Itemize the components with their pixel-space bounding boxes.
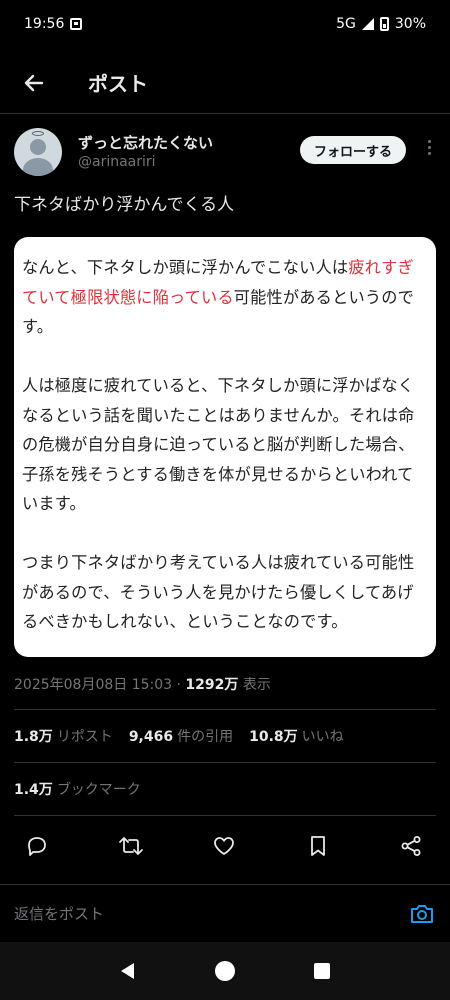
status-bar: 19:56 5G 30% — [0, 0, 450, 48]
views-count: 1292万 — [185, 677, 239, 693]
reply-input[interactable]: 返信をポスト — [14, 903, 408, 924]
follow-button[interactable]: フォローする — [299, 136, 406, 164]
circle-home-icon — [214, 961, 235, 981]
image-paragraph-2: 人は極度に疲れていると、下ネタしか頭に浮かばなくなるという話を聞いたことはありま… — [22, 376, 415, 513]
post-text: 下ネタばかり浮かんでくる人 — [14, 195, 235, 215]
network-type: 5G — [336, 16, 356, 32]
nav-back-button[interactable] — [115, 958, 141, 984]
post-actions — [22, 828, 426, 864]
views-label: 表示 — [238, 677, 271, 693]
like-button[interactable] — [209, 831, 239, 861]
page-title: ポスト — [88, 72, 148, 96]
reply-composer: 返信をポスト — [0, 884, 450, 942]
image-paragraph-1: なんと、下ネタしか頭に浮かんでこない人は疲れすぎていて極限状態に陥っている可能性… — [22, 258, 415, 336]
reply-icon — [28, 837, 46, 856]
nav-home-button[interactable] — [212, 958, 238, 984]
divider — [14, 815, 436, 816]
bookmarks-stat[interactable]: 1.4万 ブックマーク — [14, 779, 141, 799]
nav-recents-button[interactable] — [309, 958, 335, 984]
repost-button[interactable] — [116, 831, 146, 861]
avatar[interactable] — [14, 128, 62, 176]
divider — [14, 762, 436, 763]
repost-icon — [118, 837, 143, 855]
status-time: 19:56 — [24, 16, 65, 32]
camera-icon — [411, 904, 433, 923]
post-image[interactable]: なんと、下ネタしか頭に浮かんでこない人は疲れすぎていて極限状態に陥っている可能性… — [14, 237, 436, 657]
author-display-name[interactable]: ずっと忘れたくない — [78, 134, 213, 152]
bookmark-icon — [310, 836, 325, 856]
author-handle[interactable]: @arinaariri — [78, 152, 213, 172]
post-author: ずっと忘れたくない @arinaariri フォローする — [14, 128, 436, 180]
image-paragraph-3: つまり下ネタばかり考えている人は疲れている可能性があるので、そういう人を見かけた… — [22, 553, 415, 631]
likes-stat[interactable]: 10.8万 いいね — [249, 726, 344, 746]
divider — [14, 709, 436, 710]
bookmark-button[interactable] — [303, 831, 333, 861]
more-options-icon[interactable] — [426, 140, 432, 155]
post-meta: 2025年08月08日 15:03 · 1292万 表示 — [14, 674, 271, 694]
back-button[interactable] — [20, 69, 48, 97]
reply-button[interactable] — [22, 831, 52, 861]
system-navigation-bar — [0, 942, 450, 1000]
square-recents-icon — [313, 963, 330, 979]
share-icon — [401, 836, 421, 856]
post-timestamp: 2025年08月08日 15:03 · — [14, 677, 186, 693]
top-app-bar: ポスト — [0, 52, 450, 114]
heart-icon — [214, 837, 234, 855]
signal-icon — [361, 18, 374, 30]
battery-level: 30% — [394, 16, 426, 32]
calendar-icon — [70, 18, 83, 30]
reposts-stat[interactable]: 1.8万 リポスト — [14, 726, 113, 746]
arrow-left-icon — [24, 74, 44, 91]
share-button[interactable] — [396, 831, 426, 861]
quotes-stat[interactable]: 9,466 件の引用 — [129, 726, 233, 746]
camera-button[interactable] — [408, 900, 436, 928]
battery-icon — [379, 17, 389, 31]
engagement-stats: 1.8万 リポスト 9,466 件の引用 10.8万 いいね — [14, 726, 344, 746]
triangle-back-icon — [121, 963, 135, 979]
